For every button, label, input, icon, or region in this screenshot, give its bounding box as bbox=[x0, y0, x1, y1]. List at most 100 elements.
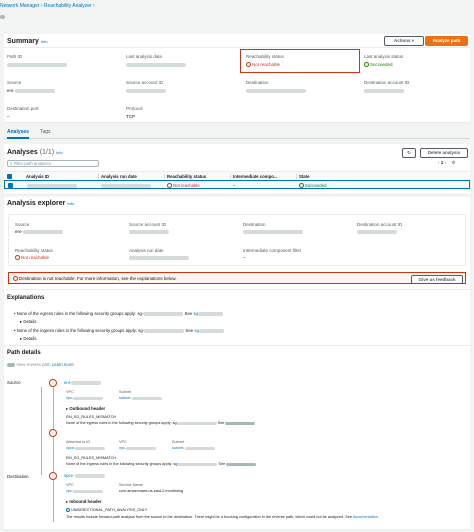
destination-account-id-value bbox=[364, 88, 404, 94]
subnet-label: Subnet bbox=[119, 390, 132, 394]
service-name-label: Service Name bbox=[119, 483, 143, 487]
error-icon bbox=[15, 255, 20, 261]
row-analysis-id[interactable] bbox=[27, 183, 77, 189]
caret-right-icon: ▸ bbox=[20, 336, 23, 341]
attached-to-label: Attached to ID bbox=[66, 440, 91, 444]
chevron-right-icon: › bbox=[93, 3, 95, 9]
ingress-explanation: None of the ingress rules in the followi… bbox=[66, 462, 257, 466]
success-icon bbox=[364, 62, 369, 68]
attached-to-link[interactable]: vpce- bbox=[66, 446, 106, 450]
explorer-details: Source eni- Source account ID Destinatio… bbox=[8, 214, 466, 266]
refresh-button[interactable]: ↻ bbox=[402, 148, 416, 158]
analyses-info-link[interactable]: Info bbox=[56, 150, 63, 155]
col-analysis-run-date[interactable]: Analysis run date bbox=[98, 173, 137, 179]
pagination: ‹ 1 › ⚙ bbox=[438, 160, 455, 166]
give-feedback-button[interactable]: Give us feedback bbox=[411, 274, 463, 284]
page-number[interactable]: 1 bbox=[441, 160, 444, 165]
actions-button[interactable]: Actions ▾ bbox=[384, 36, 424, 46]
chevron-right-icon[interactable]: › bbox=[445, 160, 447, 165]
vpc-link[interactable]: vpc- bbox=[66, 396, 104, 400]
explorer-info-link[interactable]: Info bbox=[67, 201, 74, 206]
destination-label: Destination bbox=[246, 80, 269, 85]
info-icon bbox=[66, 508, 70, 512]
intermediate-node-icon[interactable]: ! bbox=[49, 429, 57, 437]
filter-input[interactable]: ⌕ Filter path analyses bbox=[7, 160, 99, 167]
subnet-link[interactable]: subnet- bbox=[119, 396, 162, 400]
explorer-destination-value[interactable] bbox=[243, 229, 303, 235]
col-state[interactable]: State bbox=[296, 173, 310, 179]
source-node-id[interactable]: eni- bbox=[64, 380, 102, 385]
protocol-label: Protocol bbox=[126, 106, 143, 111]
reachability-status-value: Not reachable bbox=[246, 62, 280, 68]
reverse-path-toggle[interactable]: View reverse path Learn more bbox=[7, 362, 74, 367]
error-icon bbox=[13, 276, 18, 282]
explanation-item: • None of the egress rules in the follow… bbox=[14, 311, 223, 316]
alert-text: Destination is not reachable. For more i… bbox=[13, 276, 177, 282]
caret-right-icon: ▸ bbox=[66, 499, 69, 504]
vpc-label-3: VPC bbox=[66, 483, 74, 487]
tab-analyses[interactable]: Analyses bbox=[7, 129, 29, 139]
explanations-title: Explanations bbox=[7, 295, 45, 301]
col-intermediate[interactable]: Intermediate compo... bbox=[230, 173, 277, 179]
inbound-header-toggle[interactable]: ▸ Inbound header bbox=[66, 499, 102, 505]
vpc-link-3[interactable]: vpc- bbox=[66, 489, 104, 493]
explorer-reachability-label: Reachability status bbox=[15, 248, 53, 253]
subnet-label-2: Subnet bbox=[172, 440, 185, 444]
refresh-icon: ↻ bbox=[407, 150, 411, 155]
success-icon bbox=[299, 182, 304, 188]
settings-gear-icon[interactable]: ⚙ bbox=[451, 160, 455, 165]
explorer-source-value[interactable]: eni- bbox=[15, 229, 63, 234]
col-reachability-status[interactable]: Reachability status bbox=[164, 173, 206, 179]
destination-node-icon[interactable]: ! bbox=[49, 472, 57, 480]
source-node-icon[interactable]: ! bbox=[49, 379, 57, 387]
analysis-explorer-panel: Analysis explorer Info Source eni- Sourc… bbox=[4, 197, 470, 530]
explorer-source-account-label: Source account ID bbox=[129, 222, 167, 227]
details-toggle[interactable]: ▸ Details bbox=[20, 336, 37, 342]
chevron-left-icon[interactable]: ‹ bbox=[438, 160, 440, 165]
explorer-destination-label: Destination bbox=[243, 222, 266, 227]
forward-path-note: The results include forward path analysi… bbox=[66, 515, 379, 519]
caret-down-icon: ▾ bbox=[411, 38, 415, 43]
search-icon: ⌕ bbox=[10, 161, 13, 166]
destination-value[interactable] bbox=[246, 88, 306, 94]
path-id-label: Path ID bbox=[7, 54, 23, 59]
egress-explanation: None of the egress rules in the followin… bbox=[66, 421, 256, 425]
row-reachability: Not reachable bbox=[167, 183, 200, 188]
explorer-intermediate-label: Intermediate component filter bbox=[243, 248, 302, 253]
source-label: Source bbox=[7, 80, 22, 85]
details-toggle[interactable]: ▸ Details bbox=[20, 319, 37, 325]
explorer-source-label: Source bbox=[15, 222, 30, 227]
breadcrumb: Network Manager › Reachability Analyzer … bbox=[0, 3, 95, 9]
select-all-checkbox[interactable] bbox=[7, 173, 12, 180]
explorer-reachability-value: Not reachable bbox=[15, 255, 49, 261]
analyze-path-button[interactable]: Analyze path bbox=[425, 36, 468, 46]
col-analysis-id[interactable]: Analysis ID bbox=[26, 174, 49, 179]
subnet-link-2[interactable]: subnet- bbox=[172, 446, 215, 450]
destination-port-value: – bbox=[7, 114, 10, 119]
path-id-value bbox=[7, 62, 67, 68]
source-value[interactable]: eni- bbox=[7, 88, 55, 93]
row-checkbox[interactable] bbox=[8, 182, 13, 189]
unidirectional-badge: UNIDIRECTIONAL_PATH_ANALYSIS_ONLY bbox=[66, 508, 147, 512]
last-analysis-status-value: Succeeded bbox=[364, 62, 393, 68]
explanation-item: • None of the ingress rules in the follo… bbox=[14, 328, 224, 333]
learn-more-link[interactable]: Learn more bbox=[52, 362, 74, 367]
page-title-redacted bbox=[0, 14, 5, 20]
error-icon bbox=[246, 62, 251, 68]
summary-info-link[interactable]: Info bbox=[41, 39, 48, 44]
last-analysis-date-value bbox=[126, 62, 186, 68]
outbound-header-toggle[interactable]: ▸ Outbound header bbox=[66, 406, 105, 412]
breadcrumb-network-manager[interactable]: Network Manager bbox=[0, 3, 39, 9]
explorer-source-account-value bbox=[129, 229, 169, 235]
delete-analysis-button[interactable]: Delete analysis bbox=[420, 148, 468, 158]
analyses-title: Analyses (1/1) Info bbox=[7, 149, 63, 156]
vpc-link-2[interactable]: vpc- bbox=[119, 446, 157, 450]
breadcrumb-reachability-analyzer[interactable]: Reachability Analyzer bbox=[44, 3, 92, 9]
source-account-id-label: Source account ID bbox=[126, 80, 164, 85]
source-account-id-value bbox=[126, 88, 166, 94]
table-row[interactable]: Not reachable – Succeeded bbox=[4, 180, 470, 189]
tab-tags[interactable]: Tags bbox=[40, 129, 51, 135]
protocol-value: TCP bbox=[126, 114, 135, 119]
documentation-link[interactable]: documentation. bbox=[353, 515, 379, 519]
destination-node-id[interactable]: vpce- bbox=[64, 473, 105, 478]
